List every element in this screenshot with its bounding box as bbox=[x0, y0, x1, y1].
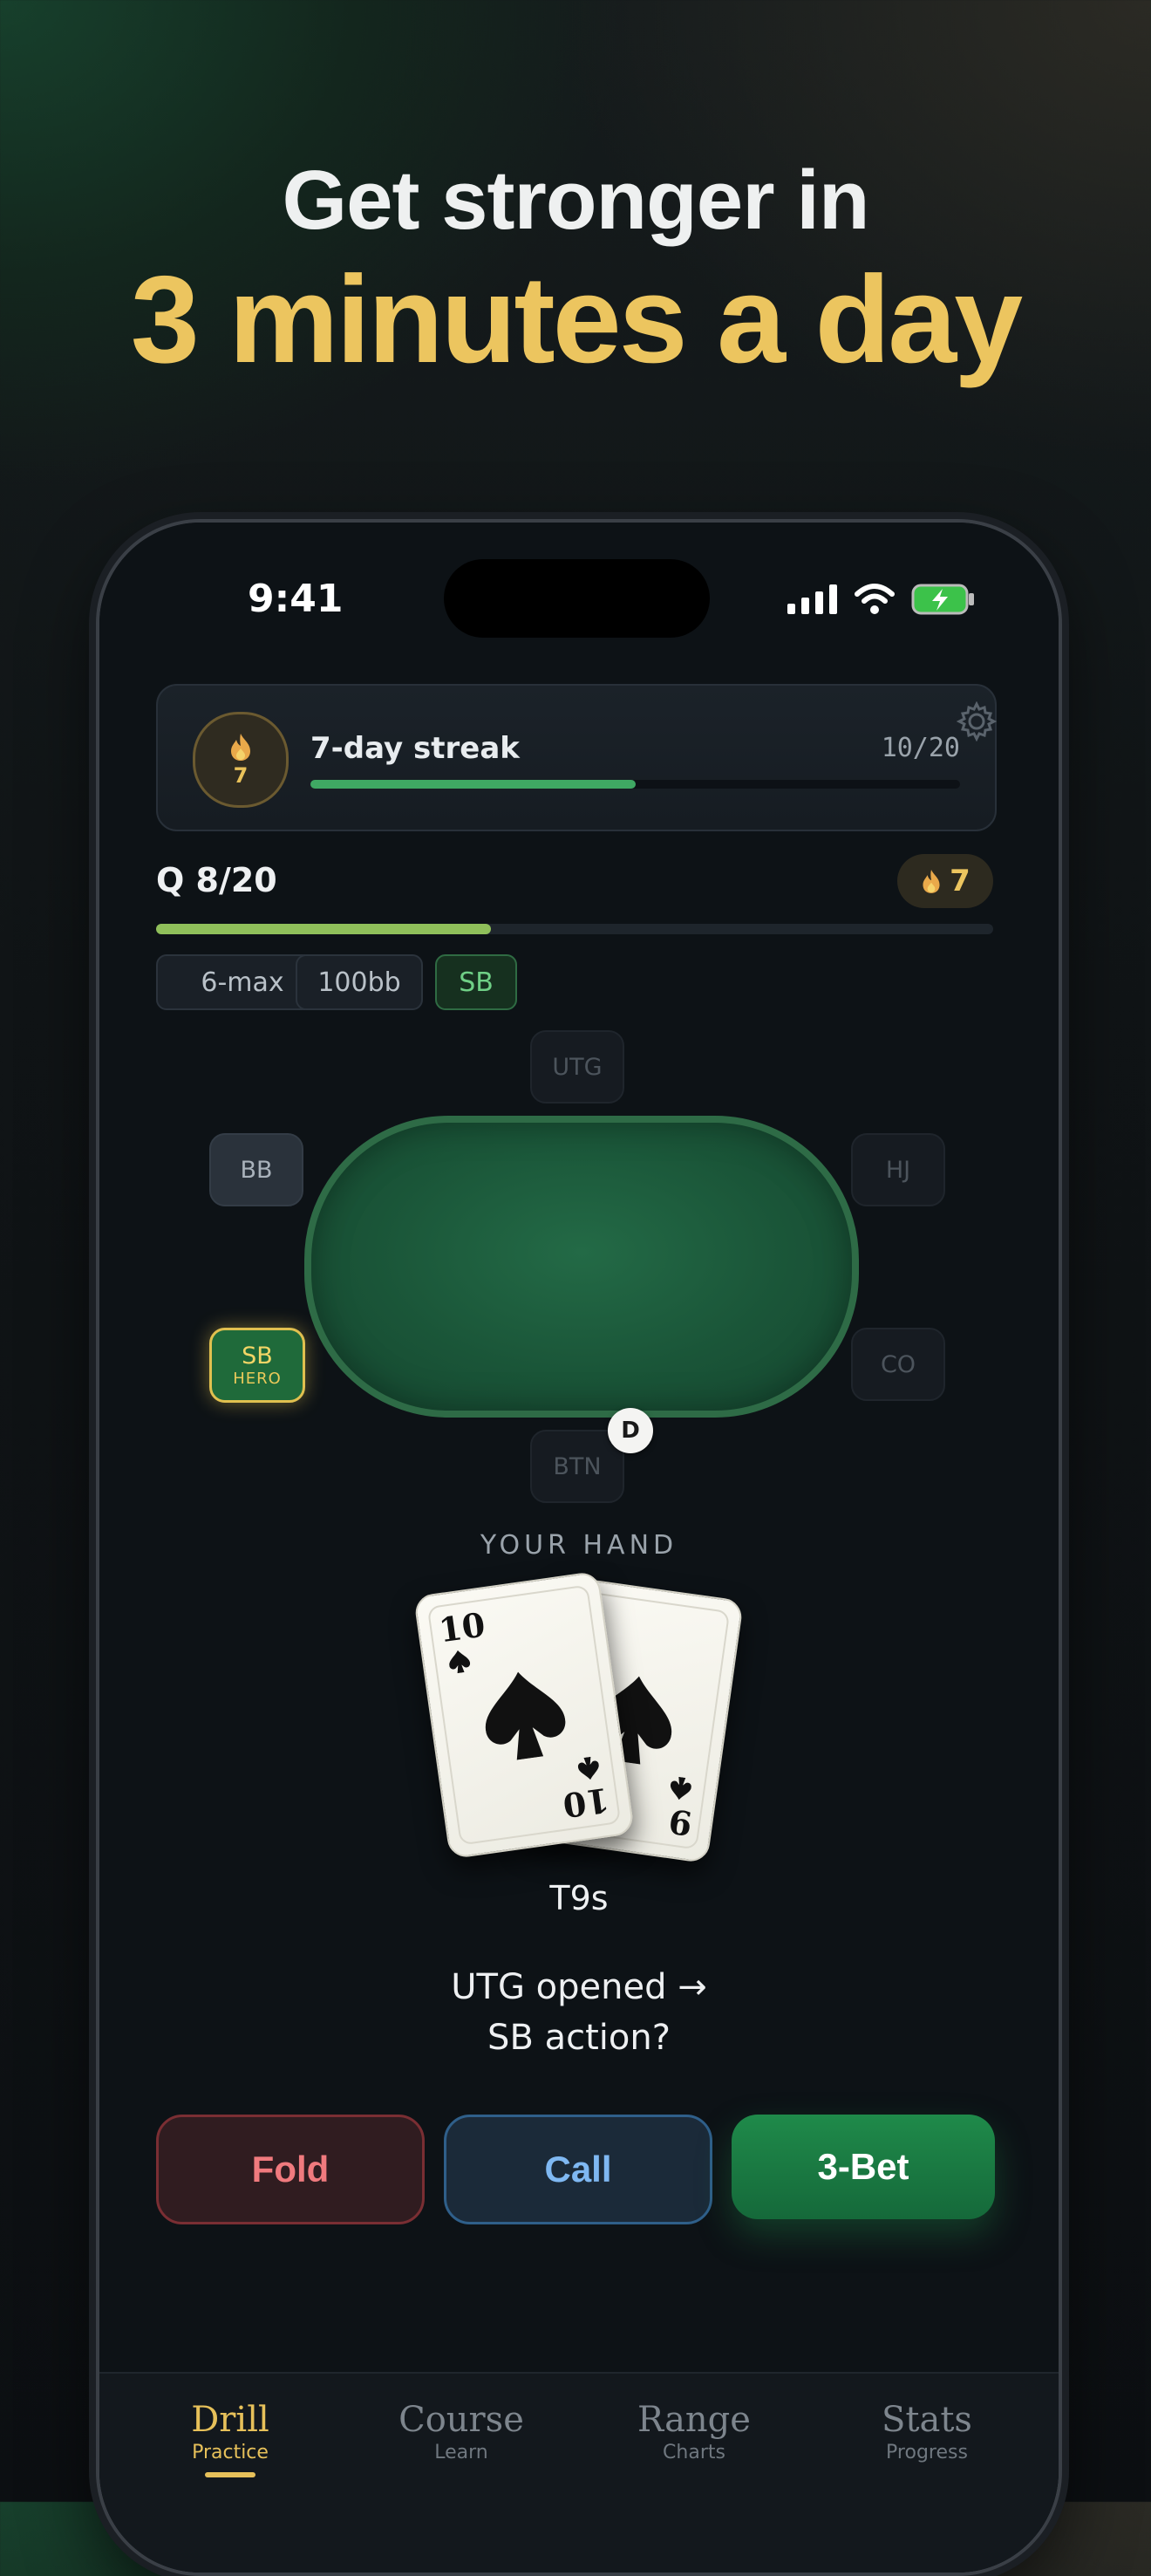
seat-btn-label: BTN bbox=[553, 1452, 602, 1480]
streak-progress-text: 10/20 bbox=[881, 733, 960, 763]
tab-course-label: Course bbox=[398, 2400, 524, 2440]
seat-utg-label: UTG bbox=[552, 1053, 603, 1081]
tab-stats[interactable]: Stats Progress bbox=[840, 2400, 1014, 2463]
tab-range-sub: Charts bbox=[663, 2442, 725, 2463]
headline-line1: Get stronger in bbox=[282, 154, 869, 247]
seat-co-label: CO bbox=[880, 1350, 916, 1378]
three-bet-button[interactable]: 3-Bet bbox=[732, 2115, 995, 2219]
card2-rank-bottom: 9 bbox=[665, 1801, 695, 1844]
status-icons bbox=[787, 584, 976, 615]
card1-rank-bottom: 10 bbox=[560, 1780, 612, 1826]
quiz-streak-count: 7 bbox=[950, 864, 971, 899]
spade-icon bbox=[485, 1671, 566, 1760]
prompt-line2: SB action? bbox=[487, 2018, 671, 2058]
quiz-streak-badge: 7 bbox=[897, 854, 993, 908]
quiz-progress-fill bbox=[156, 924, 491, 934]
streak-card[interactable]: 7 7-day streak 10/20 bbox=[156, 684, 997, 831]
tab-stats-sub: Progress bbox=[886, 2442, 968, 2463]
action-prompt: UTG opened → SB action? bbox=[99, 1962, 1059, 2063]
tab-range[interactable]: Range Charts bbox=[607, 2400, 781, 2463]
dynamic-island bbox=[444, 559, 710, 638]
seat-hero-label: HERO bbox=[233, 1370, 282, 1388]
streak-badge-count: 7 bbox=[233, 763, 249, 788]
hand-name: T9s bbox=[549, 1879, 609, 1917]
call-button[interactable]: Call bbox=[444, 2115, 712, 2224]
tab-drill[interactable]: Drill Practice bbox=[143, 2400, 317, 2477]
streak-badge: 7 bbox=[193, 712, 289, 808]
streak-title: 7-day streak bbox=[310, 731, 520, 766]
streak-progress-fill bbox=[310, 780, 636, 789]
question-counter: Q 8/20 bbox=[156, 861, 277, 899]
seat-bb: BB bbox=[209, 1133, 303, 1206]
seat-bb-label: BB bbox=[240, 1156, 273, 1184]
spade-icon bbox=[671, 1776, 691, 1800]
gear-icon[interactable] bbox=[957, 701, 997, 741]
flame-icon bbox=[923, 870, 940, 893]
status-time: 9:41 bbox=[248, 577, 344, 621]
seat-sb-hero: SB HERO bbox=[209, 1328, 305, 1403]
card1-rank-top: 10 bbox=[436, 1604, 488, 1650]
tab-stats-label: Stats bbox=[882, 2400, 972, 2440]
seat-utg: UTG bbox=[530, 1030, 624, 1104]
chip-stack-depth: 100bb bbox=[296, 954, 423, 1010]
seat-co: CO bbox=[851, 1328, 945, 1401]
headline-line2: 3 minutes a day bbox=[130, 250, 1023, 389]
streak-progress-bar bbox=[310, 780, 960, 789]
wifi-icon bbox=[855, 584, 895, 614]
your-hand-label: YOUR HAND bbox=[480, 1530, 678, 1561]
tab-range-label: Range bbox=[637, 2400, 751, 2440]
dealer-button: D bbox=[608, 1408, 653, 1453]
tab-course[interactable]: Course Learn bbox=[374, 2400, 548, 2463]
tab-drill-sub: Practice bbox=[192, 2442, 269, 2463]
poker-table bbox=[304, 1116, 859, 1418]
tab-drill-label: Drill bbox=[191, 2400, 269, 2440]
spade-icon bbox=[577, 1756, 599, 1780]
phone-frame: 9:41 7 7-day streak 10/20 Q 8/20 7 6-max… bbox=[96, 519, 1062, 2576]
tab-course-sub: Learn bbox=[434, 2442, 488, 2463]
spade-icon bbox=[449, 1650, 471, 1674]
card-ten-spades: 10 10 bbox=[412, 1570, 636, 1860]
prompt-line1: UTG opened → bbox=[451, 1967, 707, 2007]
app-screen: 9:41 7 7-day streak 10/20 Q 8/20 7 6-max… bbox=[99, 523, 1059, 2573]
tab-active-indicator bbox=[205, 2472, 255, 2477]
fold-button[interactable]: Fold bbox=[156, 2115, 425, 2224]
battery-icon bbox=[911, 584, 974, 615]
signal-icon bbox=[787, 584, 837, 614]
seat-sb-label: SB bbox=[242, 1343, 273, 1370]
seat-hj-label: HJ bbox=[885, 1156, 911, 1184]
seat-hj: HJ bbox=[851, 1133, 945, 1206]
flame-icon bbox=[231, 734, 250, 761]
tab-bar: Drill Practice Course Learn Range Charts… bbox=[99, 2372, 1059, 2573]
chip-position: SB bbox=[435, 954, 517, 1010]
quiz-progress-bar bbox=[156, 924, 993, 934]
